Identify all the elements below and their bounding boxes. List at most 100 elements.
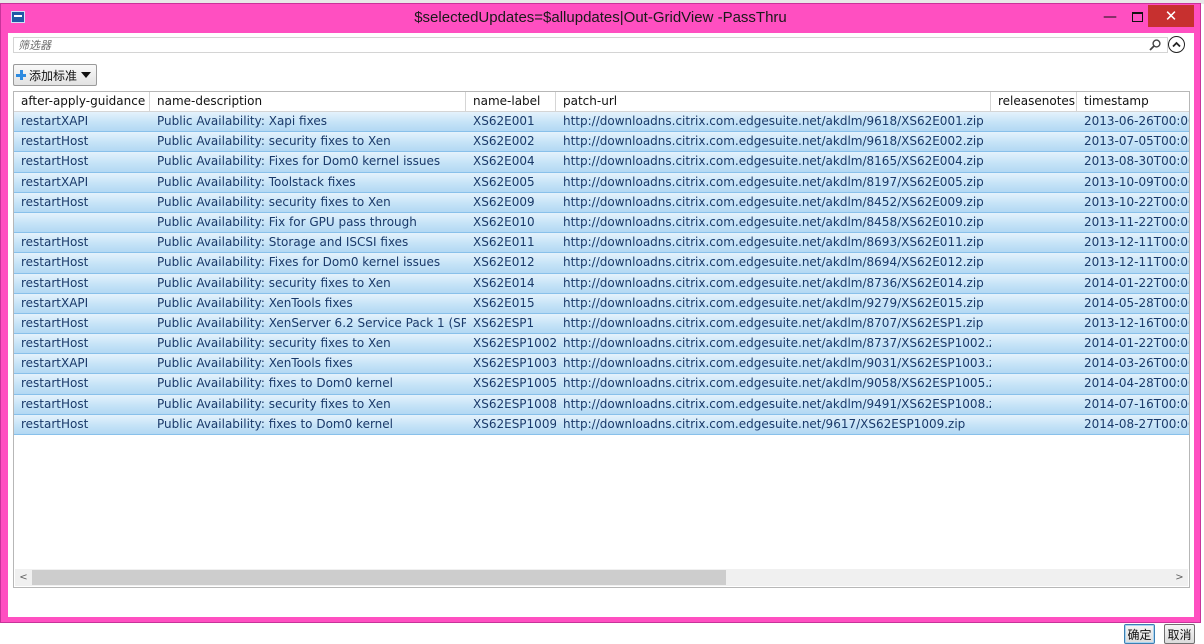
table-cell: 2013-11-22T00:00 bbox=[1084, 214, 1190, 229]
table-cell: http://downloadns.citrix.com.edgesuite.n… bbox=[563, 416, 966, 431]
table-cell: Public Availability: security fixes to X… bbox=[157, 396, 391, 411]
horizontal-scrollbar[interactable]: < > bbox=[15, 569, 1188, 586]
table-cell: XS62E004 bbox=[473, 154, 535, 169]
table-cell: http://downloadns.citrix.com.edgesuite.n… bbox=[563, 315, 984, 330]
table-cell: 2013-06-26T00:00 bbox=[1084, 114, 1190, 128]
table-row[interactable]: restartXAPI Public Availability: Toolstac… bbox=[14, 172, 1190, 193]
column-header-name-label[interactable]: name-label bbox=[466, 92, 556, 111]
table-cell: http://downloadns.citrix.com.edgesuite.n… bbox=[563, 295, 984, 310]
table-cell bbox=[991, 294, 1077, 313]
table-cell: restartHost bbox=[21, 235, 89, 250]
table-cell: 2014-03-26T00:00 bbox=[1084, 356, 1190, 371]
table-row[interactable]: restartHost Public Availability: Fixes fo… bbox=[14, 253, 1190, 274]
table-cell: 2014-05-28T00:00 bbox=[1084, 295, 1190, 310]
table-cell: http://downloadns.citrix.com.edgesuite.n… bbox=[563, 134, 984, 149]
table-cell: XS62ESP1003 bbox=[473, 356, 556, 371]
table-cell: http://downloadns.citrix.com.edgesuite.n… bbox=[563, 255, 984, 270]
table-cell bbox=[991, 173, 1077, 192]
table-row[interactable]: restartHost Public Availability: Fixes fo… bbox=[14, 152, 1189, 173]
table-cell: 2014-04-28T00:00 bbox=[1084, 376, 1190, 391]
table-cell: restartXAPI bbox=[21, 114, 89, 128]
ok-button[interactable]: 确定 bbox=[1124, 624, 1155, 644]
table-cell: http://downloadns.citrix.com.edgesuite.n… bbox=[563, 174, 984, 189]
table-cell bbox=[991, 132, 1077, 151]
table-cell: Public Availability: XenTools fixes bbox=[157, 295, 353, 310]
column-header-patch-url[interactable]: patch-url bbox=[556, 92, 991, 111]
table-cell: http://downloadns.citrix.com.edgesuite.n… bbox=[563, 154, 984, 169]
table-cell: restartHost bbox=[21, 154, 89, 169]
table-cell: 2013-12-11T00:00 bbox=[1084, 255, 1190, 270]
scroll-left-arrow[interactable]: < bbox=[15, 569, 32, 586]
table-row[interactable]: restartHost Public Availability: security… bbox=[14, 273, 1189, 294]
table-cell: restartHost bbox=[21, 376, 89, 391]
title-bar[interactable]: $selectedUpdates=$allupdates|Out-GridVie… bbox=[1, 4, 1200, 34]
table-cell: Public Availability: security fixes to X… bbox=[157, 275, 391, 290]
table-row[interactable]: restartXAPI Public Availability: Xapi fix… bbox=[14, 112, 1190, 133]
column-header-timestamp[interactable]: timestamp bbox=[1077, 92, 1189, 111]
filter-box[interactable] bbox=[13, 37, 1168, 53]
table-cell: restartHost bbox=[21, 416, 89, 431]
out-gridview-window: $selectedUpdates=$allupdates|Out-GridVie… bbox=[0, 3, 1201, 644]
search-icon[interactable] bbox=[1149, 39, 1161, 51]
table-row[interactable]: restartHost Public Availability: Storage … bbox=[14, 233, 1189, 254]
table-row[interactable]: restartHost Public Availability: security… bbox=[14, 394, 1190, 415]
table-row[interactable]: restartXAPI Public Availability: XenTools… bbox=[14, 354, 1190, 375]
table-row[interactable]: restartHost Public Availability: security… bbox=[14, 192, 1190, 213]
table-row[interactable]: restartHost Public Availability: fixes to… bbox=[14, 374, 1190, 395]
table-cell: Public Availability: Fixes for Dom0 kern… bbox=[157, 154, 441, 169]
table-cell: Public Availability: security fixes to X… bbox=[157, 134, 391, 149]
table-cell bbox=[14, 213, 150, 232]
plus-icon bbox=[16, 70, 26, 80]
scroll-right-arrow[interactable]: > bbox=[1171, 569, 1188, 586]
filter-input[interactable] bbox=[18, 38, 1138, 52]
table-row[interactable]: restartXAPI Public Availability: XenTools… bbox=[14, 293, 1190, 314]
table-cell: restartHost bbox=[21, 336, 89, 351]
table-cell: XS62E005 bbox=[473, 174, 535, 189]
window-title: $selectedUpdates=$allupdates|Out-GridVie… bbox=[414, 9, 787, 26]
table-cell: restartHost bbox=[21, 315, 89, 330]
table-cell: 2013-10-22T00:00 bbox=[1084, 194, 1190, 209]
table-cell: XS62E010 bbox=[473, 214, 535, 229]
scrollbar-thumb[interactable] bbox=[32, 570, 726, 585]
table-cell: 2013-10-09T00:00 bbox=[1084, 174, 1190, 189]
table-cell: http://downloadns.citrix.com.edgesuite.n… bbox=[563, 114, 984, 128]
table-row[interactable]: restartHost Public Availability: security… bbox=[14, 334, 1190, 355]
table-cell: restartHost bbox=[21, 255, 89, 270]
table-cell: http://downloadns.citrix.com.edgesuite.n… bbox=[563, 356, 991, 371]
results-grid[interactable]: after-apply-guidance name-description na… bbox=[13, 91, 1190, 588]
table-row[interactable]: restartHost Public Availability: XenServe… bbox=[14, 313, 1189, 335]
table-cell bbox=[991, 354, 1077, 373]
add-criteria-button[interactable]: 添加标准 bbox=[13, 64, 97, 86]
column-header-releasenotes[interactable]: releasenotes bbox=[991, 92, 1077, 111]
table-cell: XS62ESP1 bbox=[473, 315, 535, 330]
table-cell: XS62ESP1002 bbox=[473, 336, 556, 351]
table-row[interactable]: Public Availability: Fix for GPU pass th… bbox=[14, 212, 1190, 234]
collapse-button[interactable] bbox=[1168, 36, 1185, 53]
table-cell: Public Availability: security fixes to X… bbox=[157, 194, 391, 209]
table-cell: Public Availability: security fixes to X… bbox=[157, 336, 391, 351]
table-cell: Public Availability: XenTools fixes bbox=[157, 356, 353, 371]
column-header-after-apply-guidance[interactable]: after-apply-guidance bbox=[14, 92, 150, 111]
close-button[interactable]: ✕ bbox=[1148, 5, 1194, 27]
table-cell: 2014-07-16T00:00 bbox=[1084, 396, 1190, 411]
table-cell: XS62E011 bbox=[473, 235, 535, 250]
maximize-button[interactable] bbox=[1126, 6, 1148, 28]
table-cell: Public Availability: Fix for GPU pass th… bbox=[157, 214, 417, 229]
table-cell: 2014-01-22T00:00 bbox=[1084, 336, 1190, 351]
table-cell: Public Availability: Storage and ISCSI f… bbox=[157, 235, 409, 250]
table-cell: Public Availability: Toolstack fixes bbox=[157, 174, 356, 189]
table-cell: XS62E009 bbox=[473, 194, 535, 209]
minimize-button[interactable]: — bbox=[1091, 6, 1129, 28]
cancel-button[interactable]: 取消 bbox=[1164, 624, 1195, 644]
table-cell bbox=[991, 112, 1077, 131]
column-header-name-description[interactable]: name-description bbox=[150, 92, 466, 111]
table-row[interactable]: restartHost Public Availability: fixes to… bbox=[14, 414, 1189, 435]
table-row[interactable]: restartHost Public Availability: security… bbox=[14, 132, 1189, 153]
table-cell bbox=[991, 374, 1077, 393]
table-cell: Public Availability: Xapi fixes bbox=[157, 114, 327, 128]
table-cell bbox=[991, 233, 1077, 252]
table-cell: restartHost bbox=[21, 134, 89, 149]
table-cell: restartHost bbox=[21, 275, 89, 290]
table-cell bbox=[991, 274, 1077, 293]
table-cell: http://downloadns.citrix.com.edgesuite.n… bbox=[563, 336, 991, 351]
